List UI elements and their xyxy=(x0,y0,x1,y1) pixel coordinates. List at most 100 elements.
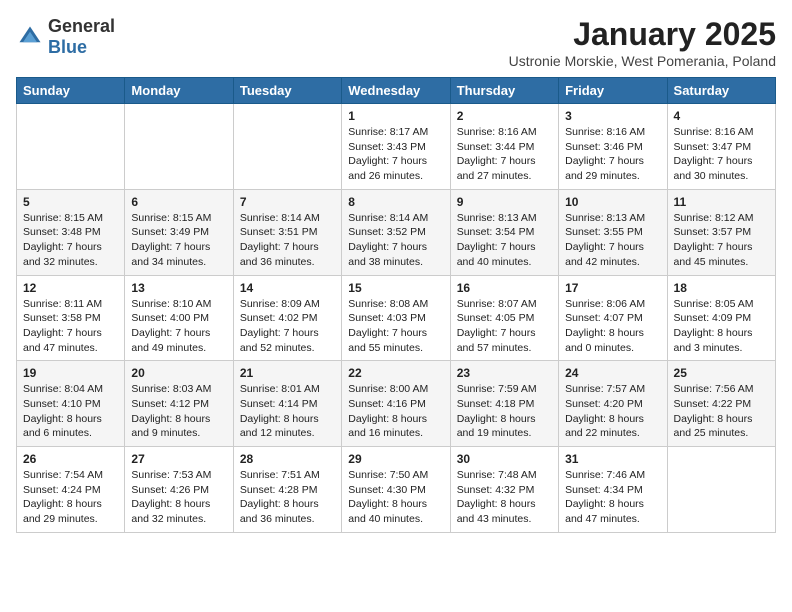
day-detail: Sunrise: 7:46 AM xyxy=(565,468,660,483)
day-detail: Sunset: 4:03 PM xyxy=(348,311,443,326)
day-detail: Daylight: 8 hours and 47 minutes. xyxy=(565,497,660,526)
day-number: 22 xyxy=(348,366,443,380)
calendar-cell: 18Sunrise: 8:05 AMSunset: 4:09 PMDayligh… xyxy=(667,275,775,361)
day-detail: Sunrise: 7:54 AM xyxy=(23,468,118,483)
calendar-cell xyxy=(233,104,341,190)
day-number: 11 xyxy=(674,195,769,209)
logo-general: General xyxy=(48,16,115,36)
day-detail: Sunset: 3:54 PM xyxy=(457,225,552,240)
calendar-cell: 4Sunrise: 8:16 AMSunset: 3:47 PMDaylight… xyxy=(667,104,775,190)
day-detail: Sunrise: 8:15 AM xyxy=(131,211,226,226)
calendar-cell: 7Sunrise: 8:14 AMSunset: 3:51 PMDaylight… xyxy=(233,189,341,275)
day-detail: Sunrise: 7:59 AM xyxy=(457,382,552,397)
calendar-cell: 28Sunrise: 7:51 AMSunset: 4:28 PMDayligh… xyxy=(233,447,341,533)
day-detail: Daylight: 8 hours and 32 minutes. xyxy=(131,497,226,526)
day-number: 3 xyxy=(565,109,660,123)
day-detail: Sunset: 4:16 PM xyxy=(348,397,443,412)
day-header-tuesday: Tuesday xyxy=(233,78,341,104)
day-detail: Daylight: 7 hours and 49 minutes. xyxy=(131,326,226,355)
day-number: 26 xyxy=(23,452,118,466)
calendar-cell: 5Sunrise: 8:15 AMSunset: 3:48 PMDaylight… xyxy=(17,189,125,275)
day-detail: Sunset: 3:44 PM xyxy=(457,140,552,155)
day-header-monday: Monday xyxy=(125,78,233,104)
calendar-cell: 1Sunrise: 8:17 AMSunset: 3:43 PMDaylight… xyxy=(342,104,450,190)
day-detail: Daylight: 7 hours and 30 minutes. xyxy=(674,154,769,183)
day-detail: Sunrise: 8:15 AM xyxy=(23,211,118,226)
day-number: 18 xyxy=(674,281,769,295)
calendar-cell xyxy=(17,104,125,190)
day-detail: Daylight: 8 hours and 12 minutes. xyxy=(240,412,335,441)
day-detail: Sunset: 4:28 PM xyxy=(240,483,335,498)
day-detail: Daylight: 8 hours and 36 minutes. xyxy=(240,497,335,526)
calendar-cell: 9Sunrise: 8:13 AMSunset: 3:54 PMDaylight… xyxy=(450,189,558,275)
day-detail: Daylight: 7 hours and 29 minutes. xyxy=(565,154,660,183)
calendar-week-4: 19Sunrise: 8:04 AMSunset: 4:10 PMDayligh… xyxy=(17,361,776,447)
calendar-cell: 25Sunrise: 7:56 AMSunset: 4:22 PMDayligh… xyxy=(667,361,775,447)
day-number: 4 xyxy=(674,109,769,123)
calendar-header-row: SundayMondayTuesdayWednesdayThursdayFrid… xyxy=(17,78,776,104)
day-detail: Sunrise: 8:09 AM xyxy=(240,297,335,312)
day-detail: Sunset: 4:26 PM xyxy=(131,483,226,498)
day-number: 7 xyxy=(240,195,335,209)
day-detail: Sunrise: 8:01 AM xyxy=(240,382,335,397)
calendar-cell: 31 Sunrise: 7:46 AMSunset: 4:34 PMDayligh… xyxy=(559,447,667,533)
page-header: General Blue January 2025 Ustronie Morsk… xyxy=(16,16,776,69)
calendar-cell: 6Sunrise: 8:15 AMSunset: 3:49 PMDaylight… xyxy=(125,189,233,275)
day-detail: Daylight: 7 hours and 52 minutes. xyxy=(240,326,335,355)
calendar-cell: 12Sunrise: 8:11 AMSunset: 3:58 PMDayligh… xyxy=(17,275,125,361)
day-number: 28 xyxy=(240,452,335,466)
day-detail: Sunrise: 8:11 AM xyxy=(23,297,118,312)
day-detail: Sunset: 4:00 PM xyxy=(131,311,226,326)
day-detail: Sunrise: 8:13 AM xyxy=(457,211,552,226)
day-detail: Daylight: 8 hours and 0 minutes. xyxy=(565,326,660,355)
day-header-thursday: Thursday xyxy=(450,78,558,104)
day-detail: Sunset: 4:07 PM xyxy=(565,311,660,326)
day-header-saturday: Saturday xyxy=(667,78,775,104)
day-detail: Sunset: 4:34 PM xyxy=(565,483,660,498)
day-number: 6 xyxy=(131,195,226,209)
day-header-wednesday: Wednesday xyxy=(342,78,450,104)
day-header-sunday: Sunday xyxy=(17,78,125,104)
day-detail: Sunset: 4:24 PM xyxy=(23,483,118,498)
day-detail: Daylight: 7 hours and 55 minutes. xyxy=(348,326,443,355)
calendar-cell: 22Sunrise: 8:00 AMSunset: 4:16 PMDayligh… xyxy=(342,361,450,447)
day-detail: Sunset: 3:58 PM xyxy=(23,311,118,326)
day-detail: Sunrise: 7:57 AM xyxy=(565,382,660,397)
day-number: 15 xyxy=(348,281,443,295)
day-number: 31 xyxy=(565,452,660,466)
day-detail: Daylight: 8 hours and 19 minutes. xyxy=(457,412,552,441)
day-detail: Sunrise: 7:50 AM xyxy=(348,468,443,483)
day-detail: Sunset: 4:32 PM xyxy=(457,483,552,498)
day-detail: Sunrise: 7:56 AM xyxy=(674,382,769,397)
logo-blue: Blue xyxy=(48,37,87,57)
day-detail: Sunset: 4:20 PM xyxy=(565,397,660,412)
calendar-cell: 26Sunrise: 7:54 AMSunset: 4:24 PMDayligh… xyxy=(17,447,125,533)
calendar-cell: 16Sunrise: 8:07 AMSunset: 4:05 PMDayligh… xyxy=(450,275,558,361)
day-detail: Daylight: 7 hours and 38 minutes. xyxy=(348,240,443,269)
day-detail: Sunrise: 8:05 AM xyxy=(674,297,769,312)
calendar-cell: 3Sunrise: 8:16 AMSunset: 3:46 PMDaylight… xyxy=(559,104,667,190)
calendar-cell: 21Sunrise: 8:01 AMSunset: 4:14 PMDayligh… xyxy=(233,361,341,447)
calendar-cell: 23Sunrise: 7:59 AMSunset: 4:18 PMDayligh… xyxy=(450,361,558,447)
day-detail: Sunrise: 8:10 AM xyxy=(131,297,226,312)
day-detail: Sunrise: 8:17 AM xyxy=(348,125,443,140)
day-number: 29 xyxy=(348,452,443,466)
logo-icon xyxy=(16,23,44,51)
calendar-week-3: 12Sunrise: 8:11 AMSunset: 3:58 PMDayligh… xyxy=(17,275,776,361)
day-detail: Sunrise: 8:07 AM xyxy=(457,297,552,312)
calendar-cell: 20Sunrise: 8:03 AMSunset: 4:12 PMDayligh… xyxy=(125,361,233,447)
day-detail: Daylight: 7 hours and 26 minutes. xyxy=(348,154,443,183)
day-detail: Daylight: 7 hours and 45 minutes. xyxy=(674,240,769,269)
day-detail: Daylight: 7 hours and 47 minutes. xyxy=(23,326,118,355)
calendar-cell: 8Sunrise: 8:14 AMSunset: 3:52 PMDaylight… xyxy=(342,189,450,275)
calendar-cell xyxy=(125,104,233,190)
day-detail: Daylight: 8 hours and 40 minutes. xyxy=(348,497,443,526)
day-number: 24 xyxy=(565,366,660,380)
calendar-cell: 2Sunrise: 8:16 AMSunset: 3:44 PMDaylight… xyxy=(450,104,558,190)
day-detail: Sunset: 3:49 PM xyxy=(131,225,226,240)
day-number: 16 xyxy=(457,281,552,295)
day-detail: Sunrise: 8:12 AM xyxy=(674,211,769,226)
calendar-week-1: 1Sunrise: 8:17 AMSunset: 3:43 PMDaylight… xyxy=(17,104,776,190)
day-number: 23 xyxy=(457,366,552,380)
day-detail: Sunrise: 8:16 AM xyxy=(674,125,769,140)
